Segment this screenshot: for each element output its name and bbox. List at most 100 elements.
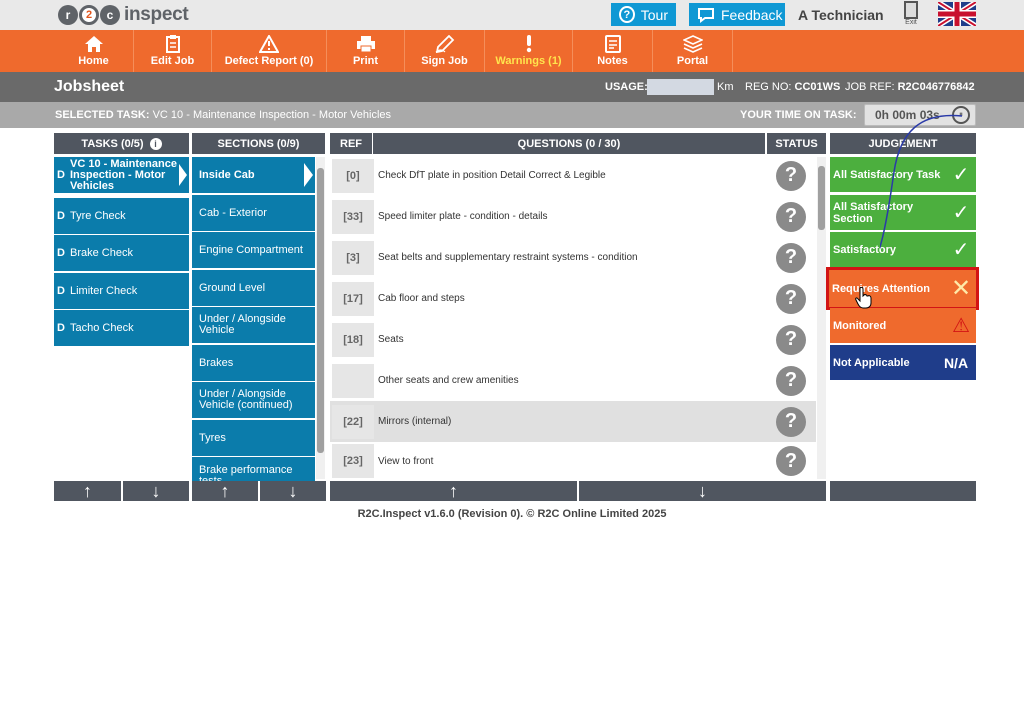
- question-text: Seat belts and supplementary restraint s…: [378, 252, 638, 263]
- feedback-button[interactable]: Feedback: [689, 3, 785, 26]
- selected-task-label: SELECTED TASK:: [55, 109, 150, 121]
- questions-scroll-down-button[interactable]: ↓: [579, 481, 826, 501]
- section-label: Ground Level: [199, 281, 266, 294]
- job-ref-label: JOB REF:: [845, 81, 895, 93]
- task-label: Limiter Check: [70, 285, 138, 297]
- status-unknown-icon[interactable]: ?: [776, 160, 806, 191]
- warning-triangle-icon: [259, 35, 279, 53]
- question-ref: [23]: [332, 444, 374, 478]
- tasks-header: TASKS (0/5) i: [54, 133, 189, 154]
- toolbar-defect-report-button[interactable]: Defect Report (0): [212, 30, 327, 72]
- task-item-tacho-check[interactable]: D Tacho Check: [54, 310, 189, 346]
- toolbar-sign-job-button[interactable]: Sign Job: [405, 30, 485, 72]
- section-item-engine-compartment[interactable]: Engine Compartment: [192, 232, 315, 268]
- status-unknown-icon[interactable]: ?: [776, 201, 806, 232]
- question-row[interactable]: [17] Cab floor and steps ?: [330, 278, 816, 319]
- question-row[interactable]: Other seats and crew amenities ?: [330, 360, 816, 401]
- pen-icon: [435, 35, 454, 53]
- questions-scrollbar-thumb[interactable]: [818, 166, 825, 230]
- toolbar-warnings-label: Warnings (1): [495, 55, 562, 67]
- question-row[interactable]: [18] Seats ?: [330, 319, 816, 360]
- user-name: A Technician: [798, 7, 884, 23]
- task-prefix: D: [57, 322, 65, 334]
- task-item-tyre-check[interactable]: D Tyre Check: [54, 198, 189, 234]
- questions-header: QUESTIONS (0 / 30): [373, 133, 765, 154]
- tour-button[interactable]: ? Tour: [611, 3, 676, 26]
- toolbar-notes-label: Notes: [597, 55, 628, 67]
- judgement-label: Monitored: [833, 319, 887, 332]
- task-label: VC 10 - Maintenance Inspection - Motor V…: [70, 157, 177, 192]
- section-label: Brake performance tests: [199, 464, 293, 482]
- task-label: Tyre Check: [70, 210, 126, 222]
- sections-scroll-down-button[interactable]: ↓: [260, 481, 326, 501]
- question-row[interactable]: [0] Check DfT plate in position Detail C…: [330, 155, 816, 196]
- toolbar-portal-button[interactable]: Portal: [653, 30, 733, 72]
- tasks-scroll-up-button[interactable]: ↑: [54, 481, 121, 501]
- exit-button[interactable]: Exit: [902, 1, 920, 26]
- status-unknown-icon[interactable]: ?: [776, 324, 806, 355]
- logo-text: inspect: [124, 4, 189, 25]
- task-item-limiter-check[interactable]: D Limiter Check: [54, 273, 189, 309]
- section-item-cab-exterior[interactable]: Cab - Exterior: [192, 195, 315, 231]
- task-item-brake-check[interactable]: D Brake Check: [54, 235, 189, 271]
- question-text: Mirrors (internal): [378, 416, 452, 427]
- question-ref: [0]: [332, 158, 374, 193]
- section-label: Cab - Exterior: [199, 206, 267, 219]
- question-row[interactable]: [23] View to front ?: [330, 442, 816, 480]
- toolbar-notes-button[interactable]: Notes: [573, 30, 653, 72]
- na-icon: N/A: [943, 354, 969, 371]
- question-row[interactable]: [3] Seat belts and supplementary restrai…: [330, 237, 816, 278]
- toolbar-edit-job-label: Edit Job: [150, 55, 195, 67]
- r2c-logo: r 2 c inspect: [58, 2, 189, 28]
- status-unknown-icon[interactable]: ?: [776, 365, 806, 396]
- arrow-down-icon: ↓: [151, 480, 161, 501]
- status-unknown-icon[interactable]: ?: [776, 406, 806, 437]
- logo-letter-r: r: [58, 5, 78, 25]
- status-unknown-icon[interactable]: ?: [776, 446, 806, 476]
- toolbar-edit-job-button[interactable]: Edit Job: [134, 30, 212, 72]
- task-item-vc10[interactable]: D VC 10 - Maintenance Inspection - Motor…: [54, 157, 189, 193]
- section-label: Brakes: [199, 356, 234, 369]
- toolbar-home-button[interactable]: Home: [54, 30, 134, 72]
- toolbar-portal-label: Portal: [676, 55, 709, 67]
- section-item-inside-cab[interactable]: Inside Cab: [192, 157, 315, 193]
- section-label: Engine Compartment: [199, 243, 303, 256]
- sections-scroll-up-button[interactable]: ↑: [192, 481, 258, 501]
- arrow-down-icon: ↓: [698, 480, 707, 501]
- printer-icon: [356, 36, 375, 53]
- question-row-selected[interactable]: [22] Mirrors (internal) ?: [330, 401, 816, 442]
- question-ref: [17]: [332, 281, 374, 316]
- time-on-task-label: YOUR TIME ON TASK:: [740, 109, 857, 121]
- toolbar-home-label: Home: [78, 55, 109, 67]
- task-label: Brake Check: [70, 247, 133, 259]
- clipboard-icon: [165, 35, 180, 53]
- task-prefix: D: [57, 210, 65, 222]
- status-unknown-icon[interactable]: ?: [776, 283, 806, 314]
- question-row[interactable]: [33] Speed limiter plate - condition - d…: [330, 196, 816, 237]
- section-item-under-alongside-continued[interactable]: Under / Alongside Vehicle (continued): [192, 382, 315, 418]
- judgement-monitored[interactable]: Monitored ⚠: [830, 308, 976, 343]
- tasks-scroll-down-button[interactable]: ↓: [123, 481, 189, 501]
- section-item-brake-performance-tests[interactable]: Brake performance tests: [192, 457, 315, 481]
- arrow-down-icon: ↓: [288, 480, 298, 501]
- section-item-brakes[interactable]: Brakes: [192, 345, 315, 381]
- portal-icon: [682, 35, 703, 53]
- judgement-not-applicable[interactable]: Not Applicable N/A: [830, 345, 976, 380]
- exclamation-icon: [526, 35, 531, 53]
- toolbar-warnings-button[interactable]: Warnings (1): [485, 30, 573, 72]
- warning-triangle-icon: ⚠: [952, 315, 970, 337]
- questions-scroll-up-button[interactable]: ↑: [330, 481, 577, 501]
- section-item-under-alongside-vehicle[interactable]: Under / Alongside Vehicle: [192, 307, 315, 343]
- chevron-right-icon: [179, 164, 187, 186]
- section-item-tyres[interactable]: Tyres: [192, 420, 315, 456]
- sections-scrollbar-thumb[interactable]: [317, 168, 324, 453]
- info-icon[interactable]: i: [149, 137, 162, 150]
- usage-input[interactable]: [647, 79, 714, 95]
- task-prefix: D: [57, 285, 65, 297]
- toolbar-print-button[interactable]: Print: [327, 30, 405, 72]
- uk-flag-icon[interactable]: [936, 0, 978, 29]
- job-ref-value: R2C046776842: [897, 81, 975, 93]
- section-item-ground-level[interactable]: Ground Level: [192, 270, 315, 306]
- status-unknown-icon[interactable]: ?: [776, 242, 806, 273]
- selected-task-value: VC 10 - Maintenance Inspection - Motor V…: [152, 109, 392, 121]
